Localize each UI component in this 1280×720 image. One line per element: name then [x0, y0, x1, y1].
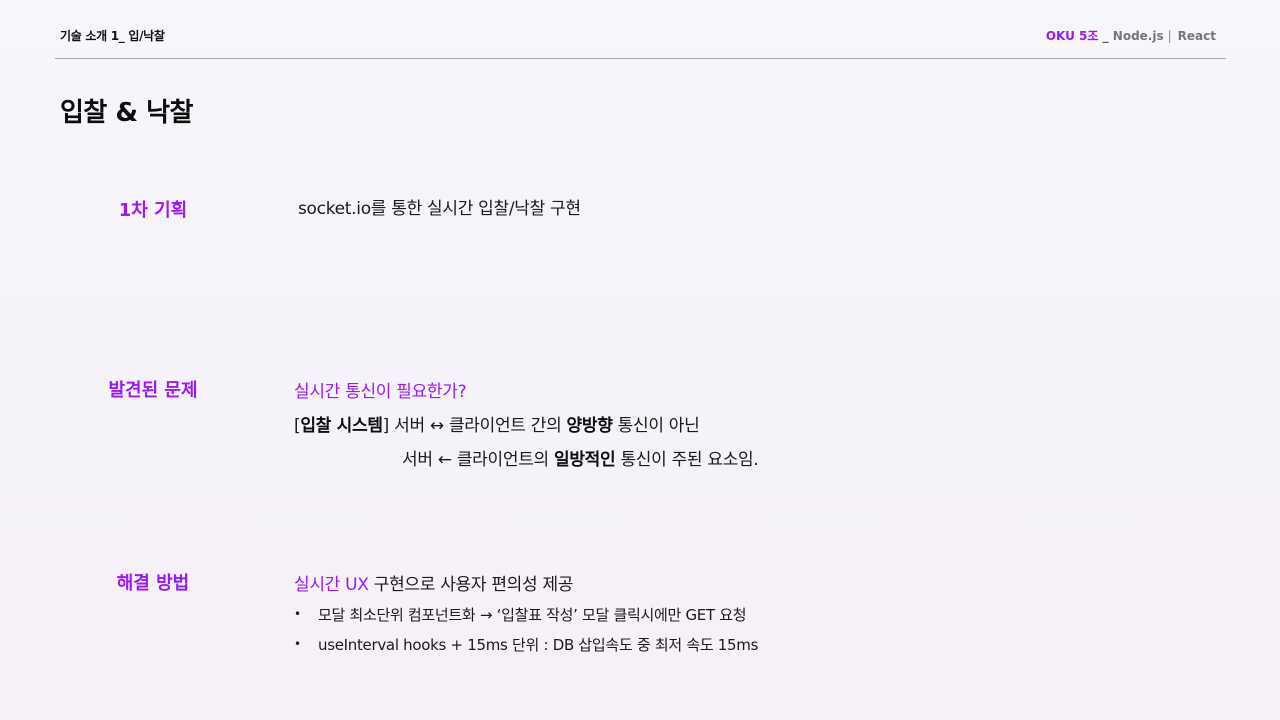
header-divider-line — [55, 58, 1226, 59]
solution-accent: 실시간 UX — [294, 575, 369, 595]
header-separator: _ — [1098, 29, 1113, 43]
bold-word-unidirectional: 일방적인 — [553, 450, 616, 470]
bullet-text: 모달 최소단위 컴포넌트화 → ‘입찰표 작성’ 모달 클릭시에만 GET 요청 — [318, 606, 747, 624]
line2-text-b: 통신이 주된 요소임. — [615, 450, 759, 470]
line1-text-a: 서버 ↔ 클라이언트 간의 — [389, 416, 567, 436]
tech-react: React — [1177, 29, 1216, 43]
header-team-info: OKU 5조 _ Node.js | React — [1046, 27, 1216, 44]
line2-text-a: 서버 ← 클라이언트의 — [402, 450, 554, 470]
bold-word-bidirectional: 양방향 — [566, 416, 613, 436]
problem-question: 실시간 통신이 필요한가? — [294, 382, 467, 402]
plan-text: socket.io를 통한 실시간 입찰/낙찰 구현 — [298, 199, 581, 219]
bullet-text: useInterval hooks + 15ms 단위 : DB 삽입속도 중 … — [318, 636, 759, 654]
team-name: OKU 5조 — [1045, 29, 1099, 43]
row-label-solution: 해결 방법 — [116, 573, 190, 594]
solution-text: 구현으로 사용자 편의성 제공 — [368, 575, 574, 595]
tech-nodejs: Node.js — [1112, 29, 1164, 43]
problem-line-1: [입찰 시스템] 서버 ↔ 클라이언트 간의 양방향 통신이 아닌 — [294, 411, 700, 436]
list-item: • useInterval hooks + 15ms 단위 : DB 삽입속도 중… — [294, 634, 758, 655]
section-label: 기술 소개 1_ 입/낙찰 — [60, 29, 165, 43]
problem-line-2: 서버 ← 클라이언트의 일방적인 통신이 주된 요소임. — [402, 445, 759, 470]
solution-headline: 실시간 UX 구현으로 사용자 편의성 제공 — [294, 570, 573, 595]
bold-term-bidding-system: 입찰 시스템 — [300, 416, 383, 436]
list-item: • 모달 최소단위 컴포넌트화 → ‘입찰표 작성’ 모달 클릭시에만 GET 요… — [294, 604, 747, 625]
page-title: 입찰 & 낙찰 — [60, 98, 193, 128]
header-divider: | — [1167, 29, 1172, 43]
bullet-icon: • — [294, 607, 301, 621]
bullet-icon: • — [294, 637, 301, 651]
row-label-plan: 1차 기획 — [118, 200, 188, 221]
line1-text-b: 통신이 아닌 — [612, 416, 700, 436]
row-label-problem: 발견된 문제 — [108, 380, 198, 401]
